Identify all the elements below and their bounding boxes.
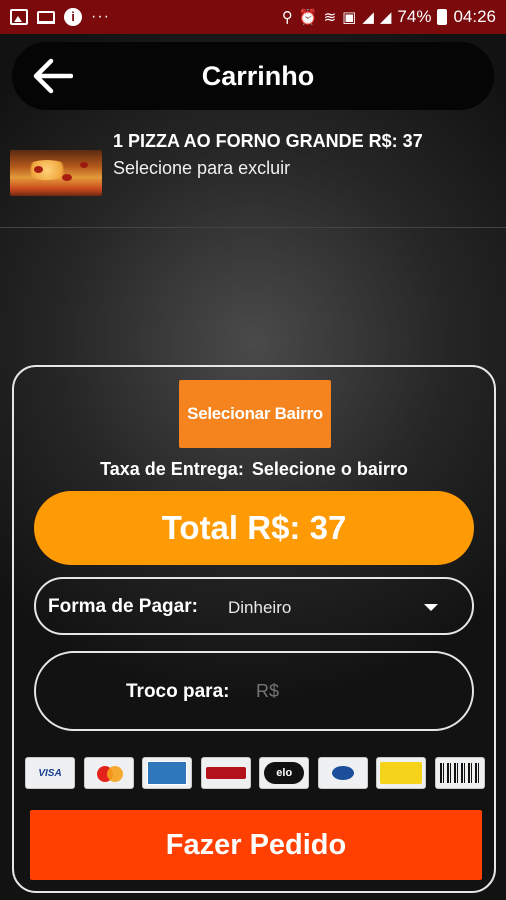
total-amount: Total R$: 37 [34, 491, 474, 565]
status-bar: i ··· ⚲ ⏰ ≋ ▣ ◢ ◢ 74% 04:26 [0, 0, 506, 34]
change-label: Troco para: [126, 681, 230, 702]
location-icon: ⚲ [281, 9, 293, 26]
hipercard-icon [200, 757, 251, 789]
dropdown-caret-icon [424, 604, 438, 611]
pizza-pepperoni [34, 166, 43, 173]
select-neighborhood-button[interactable]: Selecionar Bairro [179, 380, 331, 448]
amex-card-icon [142, 757, 193, 789]
payment-method-value: Dinheiro [228, 598, 292, 617]
delivery-fee: Taxa de Entrega: Selecione o bairro [14, 459, 494, 480]
boleto-barcode-icon [434, 757, 485, 789]
sodexo-card-face [380, 762, 423, 784]
more-notifications-icon: ··· [91, 8, 110, 25]
delivery-fee-value: Selecione o bairro [251, 459, 408, 479]
wifi-icon: ≋ [323, 9, 337, 26]
cart-item-name: 1 PIZZA AO FORNO GRANDE R$: 37 [113, 131, 423, 151]
cart-item-hint: Selecione para excluir [113, 158, 291, 178]
mastercard-icon [83, 757, 134, 789]
amex-card-face [147, 761, 188, 785]
pizza-thumbnail [10, 150, 102, 196]
clock: 04:26 [453, 7, 496, 26]
elo-card-text: elo [264, 762, 305, 784]
image-notification-icon [10, 9, 28, 25]
divider [0, 227, 506, 228]
camera-icon: ▣ [342, 9, 357, 26]
elo-card-icon: elo [259, 757, 310, 789]
pizza-pepperoni [62, 174, 72, 181]
diners-card-face [331, 766, 354, 780]
checkout-panel: Selecionar Bairro Taxa de Entrega: Seleci… [12, 365, 496, 893]
info-notification-icon: i [64, 8, 82, 26]
place-order-button[interactable]: Fazer Pedido [30, 810, 482, 880]
accepted-cards: VISA elo [25, 757, 485, 791]
signal-icon: ◢ [362, 9, 374, 26]
cart-item[interactable]: 1 PIZZA AO FORNO GRANDE R$: 37 Selecione… [10, 128, 496, 208]
status-bar-system: ⚲ ⏰ ≋ ▣ ◢ ◢ 74% 04:26 [282, 7, 496, 27]
payment-method-label: Forma de Pagar: [48, 596, 198, 617]
app-bar: Carrinho [12, 42, 494, 110]
signal-2-icon: ◢ [379, 9, 392, 26]
diners-card-icon [317, 757, 368, 789]
pizza-pepperoni [80, 162, 88, 168]
hipercard-card-face [205, 767, 246, 779]
delivery-fee-label: Taxa de Entrega: [100, 459, 244, 479]
change-input[interactable] [256, 681, 406, 702]
battery-icon [437, 9, 448, 25]
barcode-graphic [439, 763, 480, 783]
change-field: Troco para: [34, 651, 474, 731]
visa-card-icon: VISA [25, 757, 75, 789]
payment-method-select[interactable]: Forma de Pagar: Dinheiro [34, 577, 474, 635]
mastercard-circle-yellow [106, 766, 123, 782]
laptop-notification-icon [37, 10, 55, 24]
visa-card-text: VISA [38, 767, 62, 779]
alarm-icon: ⏰ [298, 9, 318, 26]
battery-percent: 74% [397, 7, 432, 26]
sodexo-card-icon [376, 757, 427, 789]
status-bar-notifications: i ··· [10, 8, 110, 26]
page-title: Carrinho [201, 61, 315, 91]
